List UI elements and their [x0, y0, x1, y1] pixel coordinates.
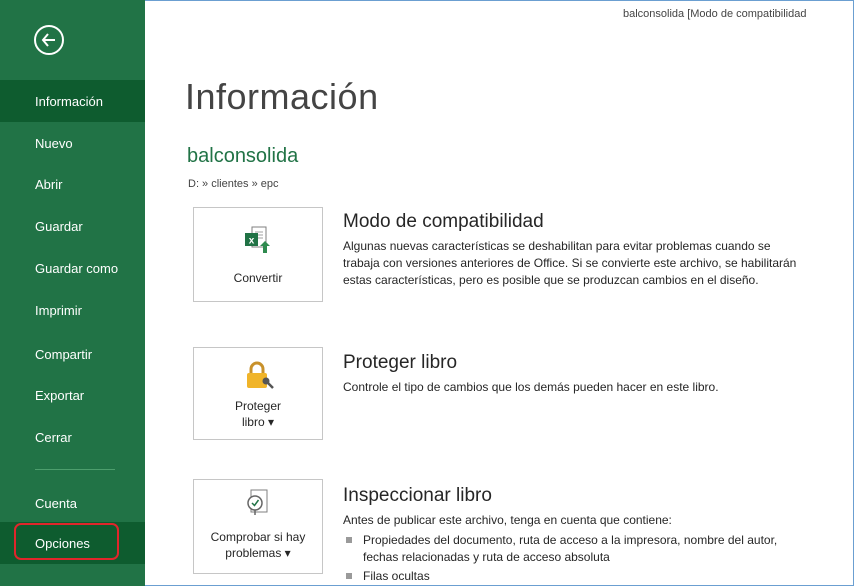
- check-issues-label-2: problemas ▾: [225, 546, 291, 560]
- excel-convert-icon: x: [243, 225, 273, 260]
- file-name: balconsolida: [187, 145, 299, 167]
- protect-workbook-label-1: Proteger: [234, 399, 282, 413]
- protect-workbook-title: Proteger libro: [343, 352, 458, 373]
- sidebar-item-cuenta[interactable]: Cuenta: [0, 482, 145, 524]
- protect-workbook-description: Controle el tipo de cambios que los demá…: [343, 380, 719, 394]
- inspect-workbook-description: Antes de publicar este archivo, tenga en…: [343, 513, 672, 527]
- sidebar-item-compartir[interactable]: Compartir: [0, 333, 145, 375]
- sidebar-item-nuevo[interactable]: Nuevo: [0, 122, 145, 164]
- sidebar-item-guardar-como[interactable]: Guardar como: [0, 247, 145, 289]
- protect-workbook-button[interactable]: Proteger libro ▾: [193, 347, 323, 440]
- sidebar-divider: [35, 469, 115, 470]
- backstage-sidebar: Información Nuevo Abrir Guardar Guardar …: [0, 0, 145, 586]
- sidebar-item-opciones[interactable]: Opciones: [0, 522, 145, 564]
- sidebar-item-guardar[interactable]: Guardar: [0, 205, 145, 247]
- compat-mode-title: Modo de compatibilidad: [343, 211, 544, 232]
- convert-button[interactable]: x Convertir: [193, 207, 323, 302]
- file-path-breadcrumb: D: » clientes » epc: [188, 178, 279, 190]
- protect-workbook-label-2: libro ▾: [241, 415, 275, 429]
- sidebar-item-exportar[interactable]: Exportar: [0, 374, 145, 416]
- lock-key-icon: [242, 360, 274, 397]
- back-arrow-icon[interactable]: [34, 25, 64, 55]
- window-title: balconsolida [Modo de compatibilidad: [623, 8, 807, 20]
- convert-button-label: Convertir: [233, 271, 283, 285]
- list-item: Filas ocultas: [343, 568, 813, 585]
- sidebar-item-informacion[interactable]: Información: [0, 80, 145, 122]
- svg-text:x: x: [249, 236, 255, 247]
- inspect-workbook-title: Inspeccionar libro: [343, 485, 492, 506]
- compat-mode-description: Algunas nuevas características se deshab…: [343, 239, 797, 287]
- list-item: Propiedades del documento, ruta de acces…: [343, 532, 813, 566]
- inspect-bullet-list: Propiedades del documento, ruta de acces…: [343, 532, 813, 585]
- page-title: Información: [185, 76, 379, 117]
- sidebar-item-imprimir[interactable]: Imprimir: [0, 289, 145, 331]
- sidebar-item-abrir[interactable]: Abrir: [0, 163, 145, 205]
- sidebar-item-cerrar[interactable]: Cerrar: [0, 416, 145, 458]
- inspect-document-icon: [243, 488, 273, 523]
- check-issues-label-1: Comprobar si hay: [210, 530, 306, 544]
- check-issues-button[interactable]: Comprobar si hay problemas ▾: [193, 479, 323, 574]
